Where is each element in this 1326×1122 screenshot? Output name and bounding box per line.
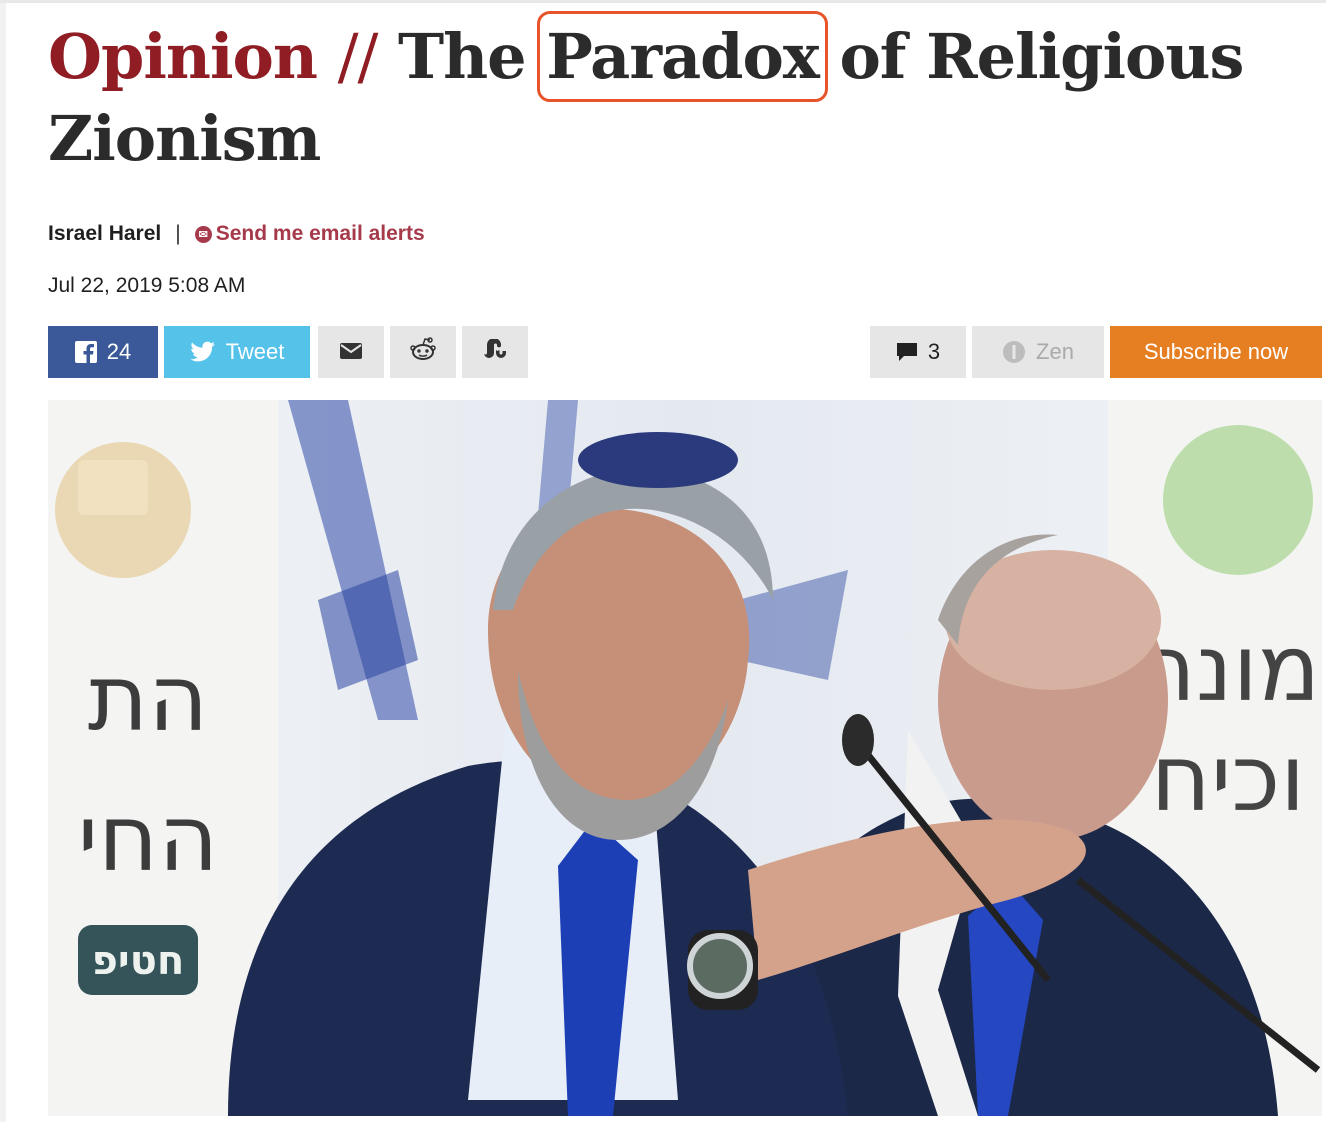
comments-count: 3 xyxy=(927,339,941,364)
subscribe-button[interactable]: Subscribe now xyxy=(1110,326,1322,378)
facebook-share-button[interactable]: 24 xyxy=(48,326,158,378)
zen-mode-button[interactable]: Zen xyxy=(972,326,1104,378)
email-share-button[interactable] xyxy=(318,326,384,378)
reddit-icon xyxy=(409,336,437,368)
tweet-button[interactable]: Tweet xyxy=(164,326,310,378)
tweet-label: Tweet xyxy=(225,339,285,364)
author-name[interactable]: Israel Harel xyxy=(48,222,161,246)
comments-button[interactable]: 3 xyxy=(870,326,966,378)
email-alerts-label: Send me email alerts xyxy=(215,222,425,245)
opinion-kicker[interactable]: Opinion xyxy=(48,20,318,93)
headline-text-start: The xyxy=(397,20,527,93)
facebook-share-count: 24 xyxy=(106,339,132,364)
stumbleupon-share-button[interactable] xyxy=(462,326,528,378)
mail-alert-icon: ✉ xyxy=(194,225,212,243)
zen-toggle-icon xyxy=(1002,340,1026,364)
email-alerts-link[interactable]: ✉ Send me email alerts xyxy=(194,222,425,246)
page-edge xyxy=(0,0,6,1122)
right-sign-line-2: וכיח xyxy=(1151,725,1305,832)
envelope-icon xyxy=(340,339,362,365)
byline-divider: | xyxy=(175,222,181,245)
twitter-bird-icon xyxy=(190,341,216,363)
headline-highlight-paradox: Paradox xyxy=(537,11,828,102)
publish-date: Jul 22, 2019 5:08 AM xyxy=(48,274,246,297)
left-sign-line-1: הת xyxy=(88,645,209,752)
top-edge xyxy=(0,0,1326,3)
article-photo-illustration: חטיפ הת החי מונה וכיח xyxy=(48,400,1322,1116)
comment-bubble-icon xyxy=(896,342,918,362)
left-sign-badge-text: חטיפ xyxy=(92,938,185,984)
facebook-icon xyxy=(74,341,97,363)
kicker-separator: // xyxy=(337,20,379,93)
byline: Israel Harel | ✉ Send me email alerts xyxy=(48,220,425,248)
stumbleupon-icon xyxy=(482,338,508,365)
reddit-share-button[interactable] xyxy=(390,326,456,378)
article-headline: Opinion // The Paradox of Religious Zion… xyxy=(48,11,1278,180)
zen-label: Zen xyxy=(1036,339,1074,364)
article-photo: חטיפ הת החי מונה וכיח xyxy=(48,400,1322,1116)
left-sign-line-2: החי xyxy=(78,785,219,892)
